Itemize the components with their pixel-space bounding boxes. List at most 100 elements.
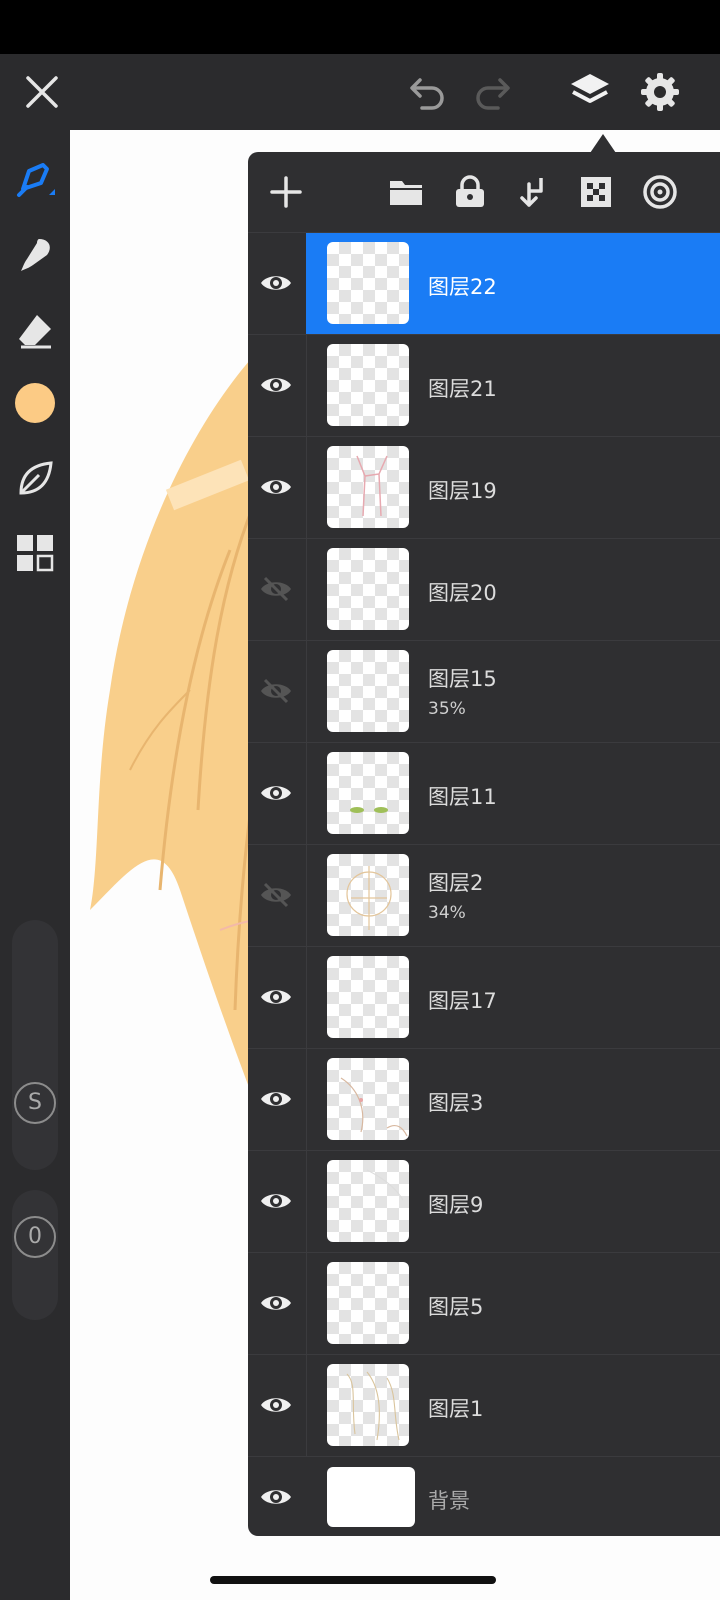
close-button[interactable] [18,68,66,116]
eye-icon [261,378,291,392]
eye-icon [261,1490,291,1504]
layer-name: 图层3 [428,1091,484,1115]
layer-thumbnail [327,1262,409,1344]
layer-row[interactable]: 图层22 [248,232,720,335]
layer-visibility-toggle[interactable] [256,1079,296,1119]
eye-hidden-icon [261,678,291,704]
lock-layer-button[interactable] [446,168,494,216]
layer-visibility-toggle[interactable] [256,875,296,915]
layer-name: 图层17 [428,989,497,1013]
layer-visibility-toggle[interactable] [256,263,296,303]
layer-visibility-toggle[interactable] [256,773,296,813]
eye-icon [261,276,291,290]
close-icon [26,76,58,108]
target-icon [643,175,677,209]
layer-row-body: 图层5 [306,1253,720,1355]
eye-icon [261,1194,291,1208]
layer-visibility-toggle[interactable] [256,1283,296,1323]
layer-opacity: 35% [428,699,466,719]
layer-thumbnail [327,1364,409,1446]
eye-icon [261,786,291,800]
left-toolbar: S 0 [0,130,70,1600]
layer-thumbnail [327,752,409,834]
layer-row[interactable]: 图层9 [248,1150,720,1253]
eye-icon [261,480,291,494]
leaf-tool[interactable] [10,454,60,504]
background-layer-row[interactable]: 背景 [248,1456,720,1536]
layer-thumbnail [327,446,409,528]
layer-thumbnail [327,548,409,630]
layer-name: 图层1 [428,1397,484,1421]
add-layer-icon [270,176,302,208]
layer-name: 图层21 [428,377,497,401]
eraser-icon [19,315,51,349]
layers-panel: 图层22 图层21 图层19 图层20 图层15 35% 图层11 图层2 34… [248,152,720,1536]
layer-name: 背景 [428,1489,470,1513]
layer-row[interactable]: 图层2 34% [248,844,720,947]
layer-row-body: 图层9 [306,1151,720,1253]
brush-tool[interactable] [10,154,60,204]
layer-visibility-toggle[interactable] [256,671,296,711]
undo-icon [410,78,444,110]
layer-name: 图层2 [428,871,484,895]
layer-row[interactable]: 图层5 [248,1252,720,1355]
redo-button[interactable] [468,68,516,116]
redo-icon [476,78,510,110]
layer-row-body: 图层21 [306,335,720,437]
brush-icon [17,163,55,197]
layer-visibility-toggle[interactable] [256,1477,296,1517]
eraser-tool[interactable] [10,306,60,356]
layer-visibility-toggle[interactable] [256,569,296,609]
folder-icon [390,181,422,205]
layer-row-body: 图层15 35% [306,641,720,743]
undo-button[interactable] [404,68,452,116]
gallery-tool[interactable] [10,528,60,578]
merge-down-button[interactable] [510,168,558,216]
layer-row[interactable]: 图层11 [248,742,720,845]
layer-thumbnail [327,1467,415,1527]
settings-button[interactable] [636,68,684,116]
add-layer-button[interactable] [262,168,310,216]
layers-toolbar [248,152,720,232]
eye-hidden-icon [261,576,291,602]
layer-row[interactable]: 图层15 35% [248,640,720,743]
status-bar [0,0,720,54]
layer-visibility-toggle[interactable] [256,977,296,1017]
brush-size-label: S [14,1082,56,1124]
eye-icon [261,1092,291,1106]
brush-opacity-label: 0 [14,1216,56,1258]
brush-size-slider[interactable] [12,920,58,1170]
layer-row[interactable]: 图层1 [248,1354,720,1457]
transparency-lock-button[interactable] [572,168,620,216]
layer-row-body: 图层1 [306,1355,720,1457]
layer-group-button[interactable] [382,168,430,216]
layer-thumbnail [327,344,409,426]
layer-visibility-toggle[interactable] [256,467,296,507]
layers-icon [571,74,609,103]
gear-icon [641,73,679,111]
layer-visibility-toggle[interactable] [256,1181,296,1221]
layer-row[interactable]: 图层17 [248,946,720,1049]
reference-layer-button[interactable] [636,168,684,216]
layer-visibility-toggle[interactable] [256,365,296,405]
layer-row-body: 图层22 [306,233,720,335]
layer-row[interactable]: 图层3 [248,1048,720,1151]
color-picker[interactable] [10,378,60,428]
leaf-icon [19,461,53,495]
layer-row[interactable]: 图层19 [248,436,720,539]
layer-row[interactable]: 图层21 [248,334,720,437]
layer-row[interactable]: 图层20 [248,538,720,641]
layer-thumbnail [327,1160,409,1242]
eye-icon [261,1296,291,1310]
home-indicator[interactable] [210,1576,496,1584]
smudge-icon [21,239,50,271]
layer-name: 图层11 [428,785,497,809]
layers-button[interactable] [566,68,614,116]
layer-row-body: 图层19 [306,437,720,539]
layer-thumbnail [327,854,409,936]
layer-visibility-toggle[interactable] [256,1385,296,1425]
smudge-tool[interactable] [10,230,60,280]
layer-name: 图层15 [428,667,497,691]
layer-row-body: 图层3 [306,1049,720,1151]
layer-name: 图层5 [428,1295,484,1319]
